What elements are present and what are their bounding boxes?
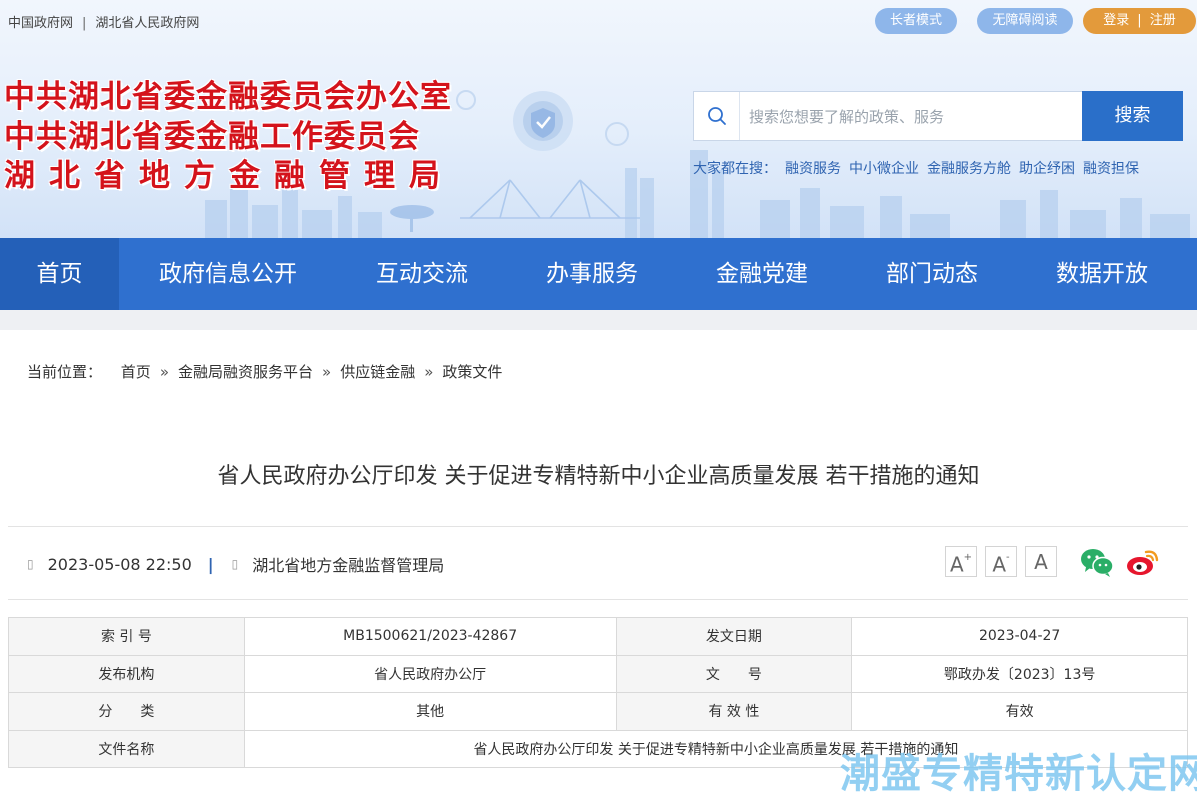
site-header: 中国政府网 | 湖北省人民政府网 长者模式 无障碍阅读 登录 | 注册 中共湖北省委金融… [0,0,1197,238]
article-meta: ▯ 2023-05-08 22:50 | ▯ 湖北省地方金融监督管理局 [27,552,444,576]
wechat-icon[interactable] [1080,546,1114,578]
file-name-label: 文件名称 [8,729,245,768]
hot-search-item[interactable]: 金融服务方舱 [927,161,1011,177]
category-value: 其他 [243,692,617,731]
breadcrumb-separator: » [322,363,332,381]
meta-separator: | [207,554,214,574]
top-links: 中国政府网 | 湖北省人民政府网 [8,12,199,31]
hot-search-item[interactable]: 助企纾困 [1019,161,1075,177]
hot-search-item[interactable]: 中小微企业 [849,161,919,177]
accessible-reading-button[interactable]: 无障碍阅读 [977,8,1073,34]
table-row: 分 类 其他 有 效 性 有效 [8,692,1188,731]
nav-item-home[interactable]: 首页 [0,238,119,310]
login-link[interactable]: 登录 [1103,13,1129,28]
nav-item-department-news[interactable]: 部门动态 [855,238,1009,310]
weibo-icon[interactable] [1126,546,1160,578]
nav-item-interaction[interactable]: 互动交流 [345,238,499,310]
breadcrumb-item-supply-chain[interactable]: 供应链金融 [340,363,415,381]
index-label: 索 引 号 [8,617,245,656]
font-decrease-letter: A [992,552,1007,577]
publisher-value: 省人民政府办公厅 [243,654,617,693]
font-decrease-button[interactable]: A- [985,546,1017,577]
elder-mode-button[interactable]: 长者模式 [875,8,957,34]
login-register-group: 登录 | 注册 [1083,8,1196,34]
doc-number-label: 文 号 [615,654,853,693]
font-reset-button[interactable]: A [1025,546,1057,577]
search-input[interactable] [749,104,1069,130]
issue-date-value: 2023-04-27 [851,617,1188,656]
table-row: 发布机构 省人民政府办公厅 文 号 鄂政办发〔2023〕13号 [8,654,1188,693]
divider [8,599,1188,600]
font-increase-letter: A [949,552,964,577]
table-row: 索 引 号 MB1500621/2023-42867 发文日期 2023-04-… [8,617,1188,656]
issue-date-label: 发文日期 [615,617,853,656]
font-increase-button[interactable]: A+ [945,546,977,577]
publish-date: 2023-05-08 22:50 [47,554,192,574]
breadcrumb: 当前位置： 首页 » 金融局融资服务平台 » 供应链金融 » 政策文件 [27,361,502,382]
breadcrumb-item-platform[interactable]: 金融局融资服务平台 [178,363,313,381]
validity-value: 有效 [851,692,1188,731]
font-decrease-mark: - [1006,552,1010,563]
nav-shadow-band [0,310,1197,330]
nav-item-open-data[interactable]: 数据开放 [1025,238,1179,310]
category-label: 分 类 [8,692,245,731]
breadcrumb-item-policy[interactable]: 政策文件 [442,363,502,381]
top-links-separator: | [82,16,87,31]
index-value: MB1500621/2023-42867 [243,617,617,656]
hot-search-item[interactable]: 融资担保 [1083,161,1139,177]
hot-search: 大家都在搜： 融资服务 中小微企业 金融服务方舱 助企纾困 融资担保 [693,158,1147,178]
hubei-gov-link[interactable]: 湖北省人民政府网 [95,16,199,31]
font-increase-mark: + [963,552,973,563]
doc-number-value: 鄂政办发〔2023〕13号 [851,654,1188,693]
article-title: 省人民政府办公厅印发 关于促进专精特新中小企业高质量发展 若干措施的通知 [217,464,980,489]
nav-item-services[interactable]: 办事服务 [515,238,669,310]
breadcrumb-separator: » [159,363,169,381]
nav-item-party[interactable]: 金融党建 [685,238,839,310]
publisher-label: 发布机构 [8,654,245,693]
site-title-line-3: 湖北省地方金融管理局 [4,158,454,194]
breadcrumb-separator: » [424,363,434,381]
font-reset-letter: A [1034,550,1048,574]
breadcrumb-label: 当前位置： [27,363,103,381]
article-source: 湖北省地方金融监督管理局 [252,556,445,575]
nav-item-gov-info[interactable]: 政府信息公开 [137,238,319,310]
source-icon: ▯ [231,557,239,571]
main-nav: 首页 政府信息公开 互动交流 办事服务 金融党建 部门动态 数据开放 [0,238,1197,310]
clock-icon: ▯ [27,557,34,571]
register-link[interactable]: 注册 [1150,13,1176,28]
watermark: 潮盛专精特新认定网 [840,751,1197,797]
search-button[interactable]: 搜索 [1082,91,1183,141]
divider [8,526,1188,527]
search-box [693,91,1083,141]
search-icon [694,92,740,140]
breadcrumb-item-home[interactable]: 首页 [121,363,151,381]
hot-search-item[interactable]: 融资服务 [785,161,841,177]
hot-search-label: 大家都在搜： [693,161,777,177]
gov-cn-link[interactable]: 中国政府网 [8,16,73,31]
validity-label: 有 效 性 [615,692,853,731]
site-title-line-1: 中共湖北省委金融委员会办公室 [4,79,452,115]
login-divider: | [1137,13,1142,28]
